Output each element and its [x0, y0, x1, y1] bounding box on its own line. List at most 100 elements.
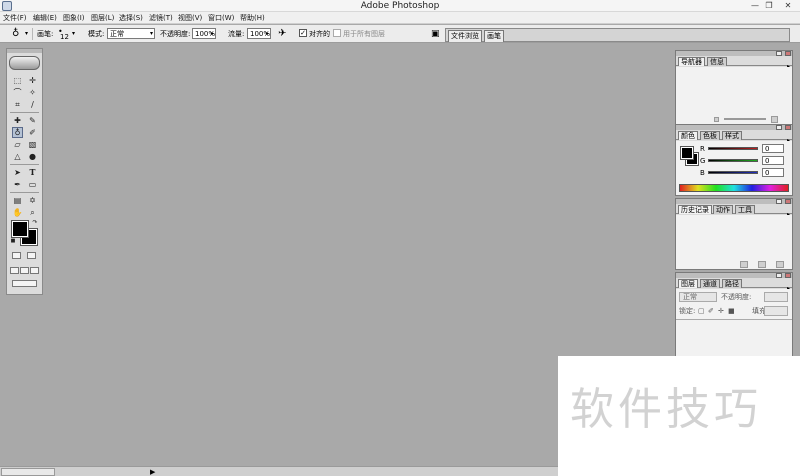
- zoom-out-icon[interactable]: [714, 117, 719, 122]
- lock-all-icon[interactable]: ■: [728, 307, 735, 316]
- chevron-down-icon[interactable]: ▾: [25, 28, 28, 40]
- channel-g-value[interactable]: 0: [762, 156, 784, 165]
- palette-close-button[interactable]: [785, 199, 791, 204]
- lock-transparency-icon[interactable]: ▢: [698, 307, 705, 316]
- healing-brush-tool-icon[interactable]: ✚: [12, 115, 23, 126]
- tab-brushes[interactable]: 画笔: [484, 30, 504, 42]
- palette-minimize-button[interactable]: [776, 273, 782, 278]
- path-selection-tool-icon[interactable]: ➤: [12, 167, 23, 178]
- lasso-tool-icon[interactable]: ⌒: [12, 87, 23, 98]
- gradient-tool-icon[interactable]: ▧: [27, 139, 38, 150]
- airbrush-icon[interactable]: ✈: [278, 28, 286, 40]
- jump-to-imageready-button[interactable]: [12, 280, 37, 287]
- tab-channels[interactable]: 通道: [700, 279, 720, 288]
- standard-mode-button[interactable]: [12, 252, 21, 259]
- clone-stamp-preset-icon[interactable]: ♁: [12, 28, 19, 40]
- type-tool-icon[interactable]: T: [27, 167, 38, 178]
- channel-b-slider[interactable]: [708, 171, 758, 174]
- eyedropper-tool-icon[interactable]: ✡: [27, 195, 38, 206]
- lock-image-icon[interactable]: ✐: [708, 307, 714, 316]
- hand-tool-icon[interactable]: ✋: [12, 207, 23, 218]
- photoshop-logo-icon[interactable]: [9, 56, 40, 70]
- aligned-checkbox[interactable]: ✓: [299, 29, 307, 37]
- trash-icon[interactable]: [776, 261, 784, 268]
- menu-layer[interactable]: 图层(L): [91, 12, 114, 24]
- new-snapshot-icon[interactable]: [758, 261, 766, 268]
- move-tool-icon[interactable]: ✛: [27, 75, 38, 86]
- flow-field[interactable]: 100% ▸: [247, 28, 271, 39]
- dodge-tool-icon[interactable]: ●: [27, 151, 38, 162]
- menu-window[interactable]: 窗口(W): [208, 12, 234, 24]
- maximize-button[interactable]: ❐: [762, 0, 776, 11]
- pen-tool-icon[interactable]: ✒: [12, 179, 23, 190]
- tab-paths[interactable]: 路径: [722, 279, 742, 288]
- lock-position-icon[interactable]: ✛: [718, 307, 724, 316]
- clone-stamp-tool-icon[interactable]: ♁: [12, 127, 23, 138]
- blur-tool-icon[interactable]: △: [12, 151, 23, 162]
- palette-close-button[interactable]: [785, 51, 791, 56]
- menu-select[interactable]: 选择(S): [119, 12, 143, 24]
- tab-info[interactable]: 信息: [707, 57, 727, 66]
- status-menu-arrow-icon[interactable]: ▶: [150, 468, 155, 476]
- opacity-field[interactable]: 100% ▸: [192, 28, 216, 39]
- channel-r-value[interactable]: 0: [762, 144, 784, 153]
- close-button[interactable]: ✕: [776, 0, 800, 11]
- color-ramp[interactable]: [679, 184, 789, 192]
- full-screen-menu-button[interactable]: [20, 267, 29, 274]
- palette-header[interactable]: [676, 125, 792, 130]
- tab-navigator[interactable]: 导航器: [678, 57, 705, 66]
- mode-select[interactable]: 正常 ▾: [107, 28, 155, 39]
- color-foreground-swatch[interactable]: [680, 146, 694, 160]
- menu-edit[interactable]: 编辑(E): [33, 12, 57, 24]
- channel-g-slider[interactable]: [708, 159, 758, 162]
- blend-mode-select[interactable]: 正常: [679, 292, 717, 302]
- tab-swatches[interactable]: 色板: [700, 131, 720, 140]
- menu-view[interactable]: 视图(V): [178, 12, 202, 24]
- minimize-button[interactable]: —: [748, 0, 762, 11]
- menu-image[interactable]: 图象(I): [63, 12, 85, 24]
- menu-file[interactable]: 文件(F): [3, 12, 27, 24]
- tab-layers[interactable]: 图层: [678, 279, 698, 288]
- quick-mask-button[interactable]: [27, 252, 36, 259]
- palette-minimize-button[interactable]: [776, 199, 782, 204]
- palette-header[interactable]: [676, 199, 792, 204]
- palette-header[interactable]: [676, 51, 792, 56]
- menu-filter[interactable]: 滤镜(T): [149, 12, 173, 24]
- tab-actions[interactable]: 动作: [713, 205, 733, 214]
- brush-size[interactable]: 12: [60, 33, 69, 42]
- layer-opacity-field[interactable]: [764, 292, 788, 302]
- tab-color[interactable]: 颜色: [678, 131, 698, 140]
- palette-header[interactable]: [676, 273, 792, 278]
- toolbox-grip[interactable]: [7, 49, 42, 53]
- eraser-tool-icon[interactable]: ▱: [12, 139, 23, 150]
- history-brush-tool-icon[interactable]: ✐: [27, 127, 38, 138]
- channel-b-value[interactable]: 0: [762, 168, 784, 177]
- zoom-in-icon[interactable]: [771, 116, 778, 123]
- brush-tool-icon[interactable]: ✎: [27, 115, 38, 126]
- zoom-slider[interactable]: [724, 118, 766, 120]
- notes-tool-icon[interactable]: ▤: [12, 195, 23, 206]
- magic-wand-tool-icon[interactable]: ✧: [27, 87, 38, 98]
- palette-well-icon[interactable]: ▣: [431, 28, 440, 40]
- standard-screen-button[interactable]: [10, 267, 19, 274]
- foreground-color-swatch[interactable]: [11, 220, 29, 238]
- palette-close-button[interactable]: [785, 273, 791, 278]
- crop-tool-icon[interactable]: ⌗: [12, 99, 23, 110]
- marquee-tool-icon[interactable]: ⬚: [12, 75, 23, 86]
- brush-picker-arrow-icon[interactable]: ▾: [72, 28, 75, 40]
- channel-r-slider[interactable]: [708, 147, 758, 150]
- palette-close-button[interactable]: [785, 125, 791, 130]
- tab-tools[interactable]: 工具: [735, 205, 755, 214]
- tab-file-browser[interactable]: 文件浏览: [448, 30, 482, 42]
- tab-styles[interactable]: 样式: [722, 131, 742, 140]
- swap-colors-icon[interactable]: ↷: [31, 219, 39, 227]
- all-layers-checkbox[interactable]: [333, 29, 341, 37]
- shape-tool-icon[interactable]: ▭: [27, 179, 38, 190]
- new-document-from-state-icon[interactable]: [740, 261, 748, 268]
- default-colors-icon[interactable]: ■: [10, 238, 16, 244]
- tab-history[interactable]: 历史记录: [678, 205, 712, 214]
- palette-minimize-button[interactable]: [776, 125, 782, 130]
- palette-minimize-button[interactable]: [776, 51, 782, 56]
- menu-help[interactable]: 帮助(H): [240, 12, 265, 24]
- fill-field[interactable]: [764, 306, 788, 316]
